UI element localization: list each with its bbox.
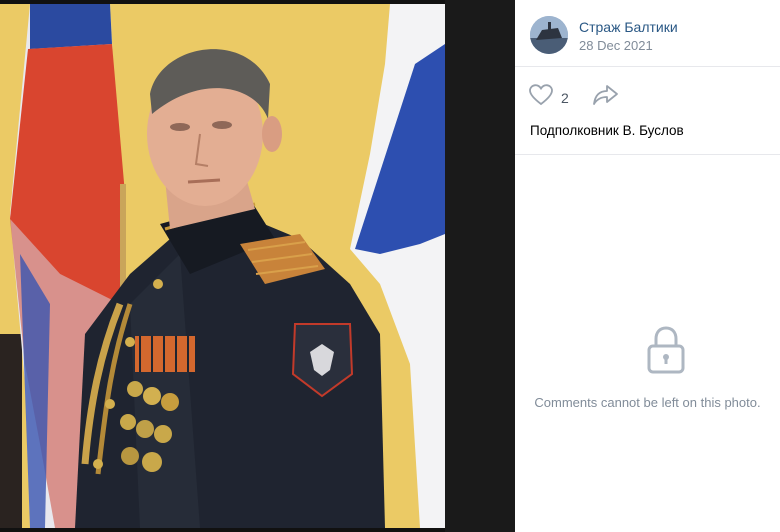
heart-icon [529, 84, 553, 111]
post-header: Страж Балтики 28 Dec 2021 [515, 0, 780, 67]
share-arrow-icon [593, 85, 619, 110]
photo-caption: Подполковник В. Буслов [530, 123, 684, 138]
post-date[interactable]: 28 Dec 2021 [579, 38, 653, 53]
share-button[interactable] [593, 84, 619, 111]
comments-disabled-notice: Comments cannot be left on this photo. [534, 395, 761, 410]
lock-icon [646, 326, 686, 379]
author-link[interactable]: Страж Балтики [579, 19, 678, 35]
photo-info-panel: Страж Балтики 28 Dec 2021 2 Подполковник… [515, 0, 780, 532]
photo[interactable] [0, 4, 445, 528]
like-count: 2 [561, 89, 569, 106]
photo-image [0, 4, 445, 528]
like-button[interactable]: 2 [529, 84, 569, 111]
avatar[interactable] [530, 16, 568, 54]
avatar-image [530, 16, 568, 54]
divider [515, 154, 780, 155]
photo-viewer [0, 0, 515, 532]
viewer-backdrop [445, 0, 515, 532]
